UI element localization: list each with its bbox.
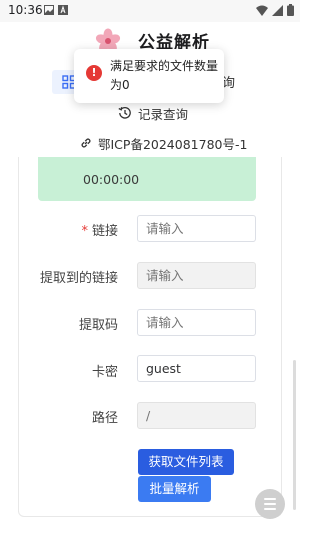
record-query-label: 记录查询 (138, 106, 189, 122)
menu-icon (264, 498, 276, 500)
history-icon (118, 107, 131, 119)
batch-parse-button[interactable]: 批量解析 (138, 476, 211, 502)
wifi-icon (256, 5, 268, 16)
path-input (137, 402, 256, 429)
field-label-extract-code: 提取码 (78, 318, 118, 333)
info-time: 00:00:00 (83, 172, 140, 187)
field-label-link: * 链接 (81, 224, 118, 239)
status-icons (256, 4, 294, 16)
toast-message: 满足要求的文件数量为0 (110, 59, 219, 92)
status-time: 10:36 (8, 3, 43, 17)
image-icon (44, 5, 54, 15)
extract-code-input[interactable] (137, 309, 256, 336)
signal-icon (272, 4, 283, 16)
link-input[interactable] (137, 215, 256, 242)
error-toast: ! 满足要求的文件数量为0 (74, 49, 224, 103)
required-mark: * (81, 224, 88, 239)
icp-link[interactable]: 鄂ICP备2024081780号-1 (80, 134, 247, 152)
extracted-link-input (137, 262, 256, 289)
status-bar: 10:36 (0, 0, 300, 22)
text-a-icon (58, 5, 68, 15)
error-icon: ! (86, 65, 102, 81)
link-icon (81, 138, 91, 148)
record-query-link[interactable]: 记录查询 (118, 104, 188, 122)
info-box (38, 157, 256, 201)
field-label-card-key: 卡密 (91, 365, 118, 380)
card-key-input[interactable] (137, 355, 256, 382)
floating-menu-button[interactable] (255, 489, 285, 519)
battery-icon (287, 4, 294, 16)
icp-label: 鄂ICP备2024081780号-1 (98, 136, 248, 152)
field-label-extracted-link: 提取到的链接 (39, 271, 118, 286)
get-file-list-button[interactable]: 获取文件列表 (138, 449, 234, 475)
field-label-path: 路径 (91, 411, 118, 426)
scrollbar[interactable] (293, 360, 296, 510)
